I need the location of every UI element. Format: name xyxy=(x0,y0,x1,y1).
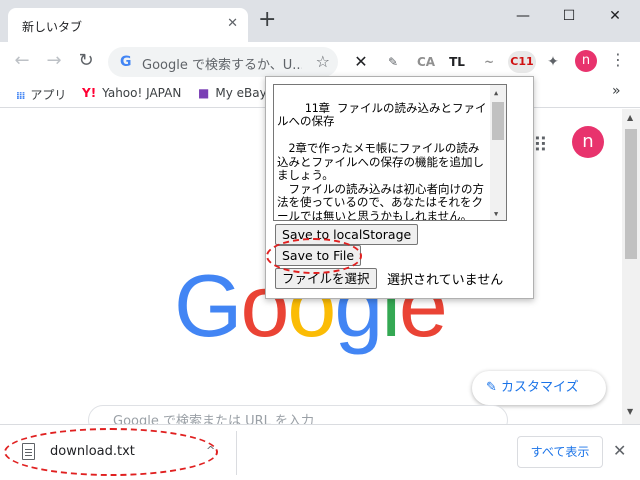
memo-text: 11章 ファイルの読み込みとファイルへの保存 2章で作ったメモ帳にファイルの読み… xyxy=(277,100,487,221)
bookmark-apps[interactable]: ⁞⁞⁞ アプリ xyxy=(16,86,66,103)
textarea-scroll-down-icon[interactable]: ▼ xyxy=(494,208,498,220)
extension-notepad-icon[interactable]: ✎ xyxy=(382,51,404,73)
browser-menu-icon[interactable]: ⋮ xyxy=(610,50,626,69)
shopping-bag-icon: ■ xyxy=(198,86,210,100)
apps-grid-icon: ⁞⁞⁞ xyxy=(16,91,25,102)
reload-icon[interactable]: ↻ xyxy=(74,49,98,73)
tab-strip: 新しいタブ ✕ + — ☐ ✕ xyxy=(0,0,640,42)
show-all-button[interactable]: すべて表示 xyxy=(517,436,603,468)
extension-chart-icon[interactable]: ~ xyxy=(478,51,500,73)
tab-close-icon[interactable]: ✕ xyxy=(227,16,238,31)
google-apps-icon[interactable]: ⠿ xyxy=(533,133,548,157)
search-placeholder: Google で検索または URL を入力 xyxy=(113,414,315,424)
scroll-thumb[interactable] xyxy=(625,129,637,259)
textarea-scroll-thumb[interactable] xyxy=(492,102,504,140)
yahoo-icon: Y! xyxy=(82,86,97,100)
highlight-download-item xyxy=(4,428,218,476)
omnibox[interactable]: G Google で検索するか、U... ☆ xyxy=(108,47,338,77)
extension-c11-icon[interactable]: C11 xyxy=(508,51,536,73)
extension-x-icon[interactable]: ✕ xyxy=(350,51,372,73)
omnibox-placeholder: Google で検索するか、U... xyxy=(142,58,302,73)
textarea-scrollbar[interactable]: ▲ ▼ xyxy=(490,85,506,220)
scroll-up-icon[interactable]: ▲ xyxy=(627,113,633,122)
back-icon[interactable]: ← xyxy=(10,49,34,73)
profile-avatar[interactable]: n xyxy=(575,50,597,72)
forward-icon[interactable]: → xyxy=(42,49,66,73)
extensions-puzzle-icon[interactable]: ✦ xyxy=(542,51,564,73)
tab-title: 新しいタブ xyxy=(22,20,83,34)
bookmark-star-icon[interactable]: ☆ xyxy=(316,52,330,71)
page-scrollbar[interactable]: ▲ ▼ xyxy=(622,109,640,424)
memo-textarea[interactable]: 11章 ファイルの読み込みとファイルへの保存 2章で作ったメモ帳にファイルの読み… xyxy=(273,84,507,221)
pencil-icon: ✎ xyxy=(486,380,497,395)
highlight-save-to-file xyxy=(266,238,362,274)
customize-button[interactable]: ✎ カスタマイズ xyxy=(472,371,606,405)
tab-new-tab[interactable]: 新しいタブ ✕ xyxy=(8,8,248,42)
google-g-icon: G xyxy=(120,54,132,70)
bookmark-yahoo-label: Yahoo! JAPAN xyxy=(102,86,182,100)
bookmarks-overflow-icon[interactable]: » xyxy=(612,83,621,99)
google-logo-letter: G xyxy=(174,256,242,355)
extension-ca-icon[interactable]: CA xyxy=(414,51,438,73)
customize-label: カスタマイズ xyxy=(501,380,579,395)
file-status-label: 選択されていません xyxy=(387,273,504,288)
minimize-button[interactable]: — xyxy=(500,4,546,30)
bookmark-yahoo[interactable]: Y! Yahoo! JAPAN xyxy=(82,86,181,100)
close-window-button[interactable]: ✕ xyxy=(592,4,638,30)
textarea-scroll-up-icon[interactable]: ▲ xyxy=(494,87,498,101)
account-avatar[interactable]: n xyxy=(572,126,604,158)
extension-tl-icon[interactable]: TL xyxy=(446,51,468,73)
shelf-close-icon[interactable]: ✕ xyxy=(613,441,626,460)
bookmark-apps-label: アプリ xyxy=(30,88,67,102)
scroll-down-icon[interactable]: ▼ xyxy=(627,407,633,416)
bookmark-ebay[interactable]: ■ My eBay xyxy=(198,86,267,100)
toolbar: ← → ↻ G Google で検索するか、U... ☆ ✕ ✎ CA TL ~… xyxy=(0,42,640,80)
shelf-divider xyxy=(236,431,237,475)
new-tab-button[interactable]: + xyxy=(258,9,276,31)
maximize-button[interactable]: ☐ xyxy=(546,4,592,30)
bookmark-ebay-label: My eBay xyxy=(215,86,267,100)
search-input[interactable]: Google で検索または URL を入力 xyxy=(88,405,508,424)
